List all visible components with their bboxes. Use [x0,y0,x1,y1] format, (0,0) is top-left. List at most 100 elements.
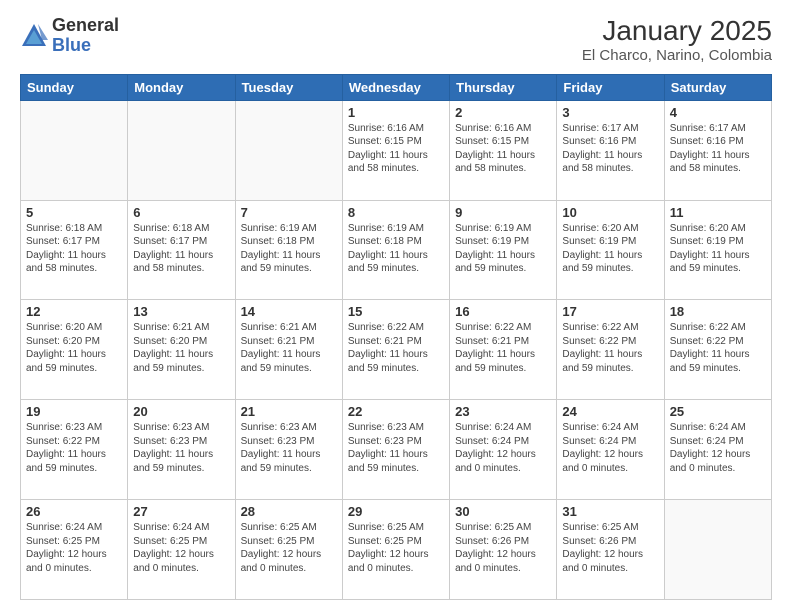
calendar-cell-w1-d0: 5Sunrise: 6:18 AM Sunset: 6:17 PM Daylig… [21,200,128,300]
header-friday: Friday [557,74,664,100]
header-monday: Monday [128,74,235,100]
day-info: Sunrise: 6:24 AM Sunset: 6:25 PM Dayligh… [26,521,122,575]
day-number: 30 [455,504,551,519]
calendar-cell-w3-d3: 22Sunrise: 6:23 AM Sunset: 6:23 PM Dayli… [342,400,449,500]
day-info: Sunrise: 6:19 AM Sunset: 6:18 PM Dayligh… [348,222,444,276]
calendar-cell-w1-d6: 11 Sunrise: 6:20 AM Sunset: 6:19 PM Dayli… [664,200,771,300]
day-number: 24 [562,404,658,419]
calendar-cell-w4-d1: 27 Sunrise: 6:24 AM Sunset: 6:25 PM Dayli… [128,500,235,600]
logo: General Blue [20,16,119,56]
calendar-cell-w0-d4: 2 Sunrise: 6:16 AM Sunset: 6:15 PM Daylig… [450,100,557,200]
day-info: Sunrise: 6:22 AM Sunset: 6:21 PM Dayligh… [455,321,551,375]
logo-blue-text: Blue [52,36,119,56]
day-info: Sunrise: 6:25 AM Sunset: 6:26 PM Dayligh… [455,521,551,575]
day-info: Sunrise: 6:19 AM Sunset: 6:18 PM Dayligh… [241,222,337,276]
day-number: 15 [348,304,444,319]
calendar-cell-w4-d2: 28 Sunrise: 6:25 AM Sunset: 6:25 PM Dayli… [235,500,342,600]
day-number: 17 [562,304,658,319]
day-number: 4 [670,105,766,120]
page: General Blue January 2025 El Charco, Nar… [0,0,792,612]
day-info: Sunrise: 6:24 AM Sunset: 6:24 PM Dayligh… [562,421,658,475]
weekday-header-row: Sunday Monday Tuesday Wednesday Thursday… [21,74,772,100]
calendar-cell-w4-d3: 29 Sunrise: 6:25 AM Sunset: 6:25 PM Dayli… [342,500,449,600]
day-info: Sunrise: 6:18 AM Sunset: 6:17 PM Dayligh… [26,222,122,276]
calendar-cell-w3-d5: 24 Sunrise: 6:24 AM Sunset: 6:24 PM Dayli… [557,400,664,500]
day-info: Sunrise: 6:16 AM Sunset: 6:15 PM Dayligh… [455,122,551,176]
header-tuesday: Tuesday [235,74,342,100]
calendar-cell-w1-d1: 6Sunrise: 6:18 AM Sunset: 6:17 PM Daylig… [128,200,235,300]
day-number: 18 [670,304,766,319]
calendar-title: January 2025 [582,16,772,47]
calendar-cell-w2-d0: 12 Sunrise: 6:20 AM Sunset: 6:20 PM Dayli… [21,300,128,400]
day-info: Sunrise: 6:23 AM Sunset: 6:23 PM Dayligh… [133,421,229,475]
calendar-cell-w0-d0 [21,100,128,200]
calendar-cell-w0-d2 [235,100,342,200]
day-info: Sunrise: 6:20 AM Sunset: 6:19 PM Dayligh… [670,222,766,276]
day-number: 29 [348,504,444,519]
calendar-cell-w1-d2: 7 Sunrise: 6:19 AM Sunset: 6:18 PM Daylig… [235,200,342,300]
calendar-cell-w0-d3: 1Sunrise: 6:16 AM Sunset: 6:15 PM Daylig… [342,100,449,200]
calendar-cell-w3-d0: 19 Sunrise: 6:23 AM Sunset: 6:22 PM Dayli… [21,400,128,500]
day-info: Sunrise: 6:23 AM Sunset: 6:23 PM Dayligh… [348,421,444,475]
logo-icon [20,22,48,50]
week-row-2: 12 Sunrise: 6:20 AM Sunset: 6:20 PM Dayli… [21,300,772,400]
header-sunday: Sunday [21,74,128,100]
calendar-cell-w3-d1: 20 Sunrise: 6:23 AM Sunset: 6:23 PM Dayli… [128,400,235,500]
day-number: 28 [241,504,337,519]
calendar-cell-w4-d6 [664,500,771,600]
day-number: 9 [455,205,551,220]
week-row-1: 5Sunrise: 6:18 AM Sunset: 6:17 PM Daylig… [21,200,772,300]
day-number: 16 [455,304,551,319]
day-number: 21 [241,404,337,419]
day-info: Sunrise: 6:21 AM Sunset: 6:20 PM Dayligh… [133,321,229,375]
calendar-cell-w4-d4: 30 Sunrise: 6:25 AM Sunset: 6:26 PM Dayli… [450,500,557,600]
day-info: Sunrise: 6:22 AM Sunset: 6:21 PM Dayligh… [348,321,444,375]
day-info: Sunrise: 6:24 AM Sunset: 6:24 PM Dayligh… [670,421,766,475]
day-number: 25 [670,404,766,419]
day-info: Sunrise: 6:23 AM Sunset: 6:22 PM Dayligh… [26,421,122,475]
title-section: January 2025 El Charco, Narino, Colombia [582,16,772,64]
calendar-cell-w3-d6: 25 Sunrise: 6:24 AM Sunset: 6:24 PM Dayli… [664,400,771,500]
week-row-4: 26 Sunrise: 6:24 AM Sunset: 6:25 PM Dayli… [21,500,772,600]
day-number: 11 [670,205,766,220]
calendar-cell-w3-d4: 23Sunrise: 6:24 AM Sunset: 6:24 PM Dayli… [450,400,557,500]
header-saturday: Saturday [664,74,771,100]
logo-text: General Blue [52,16,119,56]
day-info: Sunrise: 6:20 AM Sunset: 6:20 PM Dayligh… [26,321,122,375]
day-number: 20 [133,404,229,419]
calendar-cell-w0-d1 [128,100,235,200]
day-number: 27 [133,504,229,519]
day-number: 26 [26,504,122,519]
calendar-cell-w2-d6: 18 Sunrise: 6:22 AM Sunset: 6:22 PM Dayli… [664,300,771,400]
day-info: Sunrise: 6:25 AM Sunset: 6:25 PM Dayligh… [241,521,337,575]
header-wednesday: Wednesday [342,74,449,100]
week-row-0: 1 Sunrise: 6:16 AM Sunset: 6:15 PM Daylig… [21,100,772,200]
day-number: 23 [455,404,551,419]
day-number: 10 [562,205,658,220]
day-info: Sunrise: 6:24 AM Sunset: 6:25 PM Dayligh… [133,521,229,575]
day-number: 3 [562,105,658,120]
day-number: 14 [241,304,337,319]
day-info: Sunrise: 6:25 AM Sunset: 6:25 PM Dayligh… [348,521,444,575]
calendar-cell-w2-d4: 16 Sunrise: 6:22 AM Sunset: 6:21 PM Dayli… [450,300,557,400]
day-number: 1 [348,105,444,120]
day-info: Sunrise: 6:21 AM Sunset: 6:21 PM Dayligh… [241,321,337,375]
day-number: 8 [348,205,444,220]
day-info: Sunrise: 6:22 AM Sunset: 6:22 PM Dayligh… [670,321,766,375]
header-thursday: Thursday [450,74,557,100]
day-number: 12 [26,304,122,319]
day-info: Sunrise: 6:20 AM Sunset: 6:19 PM Dayligh… [562,222,658,276]
day-info: Sunrise: 6:25 AM Sunset: 6:26 PM Dayligh… [562,521,658,575]
day-number: 7 [241,205,337,220]
logo-general-text: General [52,16,119,36]
day-info: Sunrise: 6:23 AM Sunset: 6:23 PM Dayligh… [241,421,337,475]
day-info: Sunrise: 6:17 AM Sunset: 6:16 PM Dayligh… [562,122,658,176]
calendar-table: Sunday Monday Tuesday Wednesday Thursday… [20,74,772,600]
calendar-cell-w2-d1: 13Sunrise: 6:21 AM Sunset: 6:20 PM Dayli… [128,300,235,400]
day-number: 19 [26,404,122,419]
calendar-cell-w3-d2: 21 Sunrise: 6:23 AM Sunset: 6:23 PM Dayli… [235,400,342,500]
week-row-3: 19 Sunrise: 6:23 AM Sunset: 6:22 PM Dayli… [21,400,772,500]
day-number: 2 [455,105,551,120]
day-info: Sunrise: 6:22 AM Sunset: 6:22 PM Dayligh… [562,321,658,375]
calendar-cell-w0-d6: 4Sunrise: 6:17 AM Sunset: 6:16 PM Daylig… [664,100,771,200]
